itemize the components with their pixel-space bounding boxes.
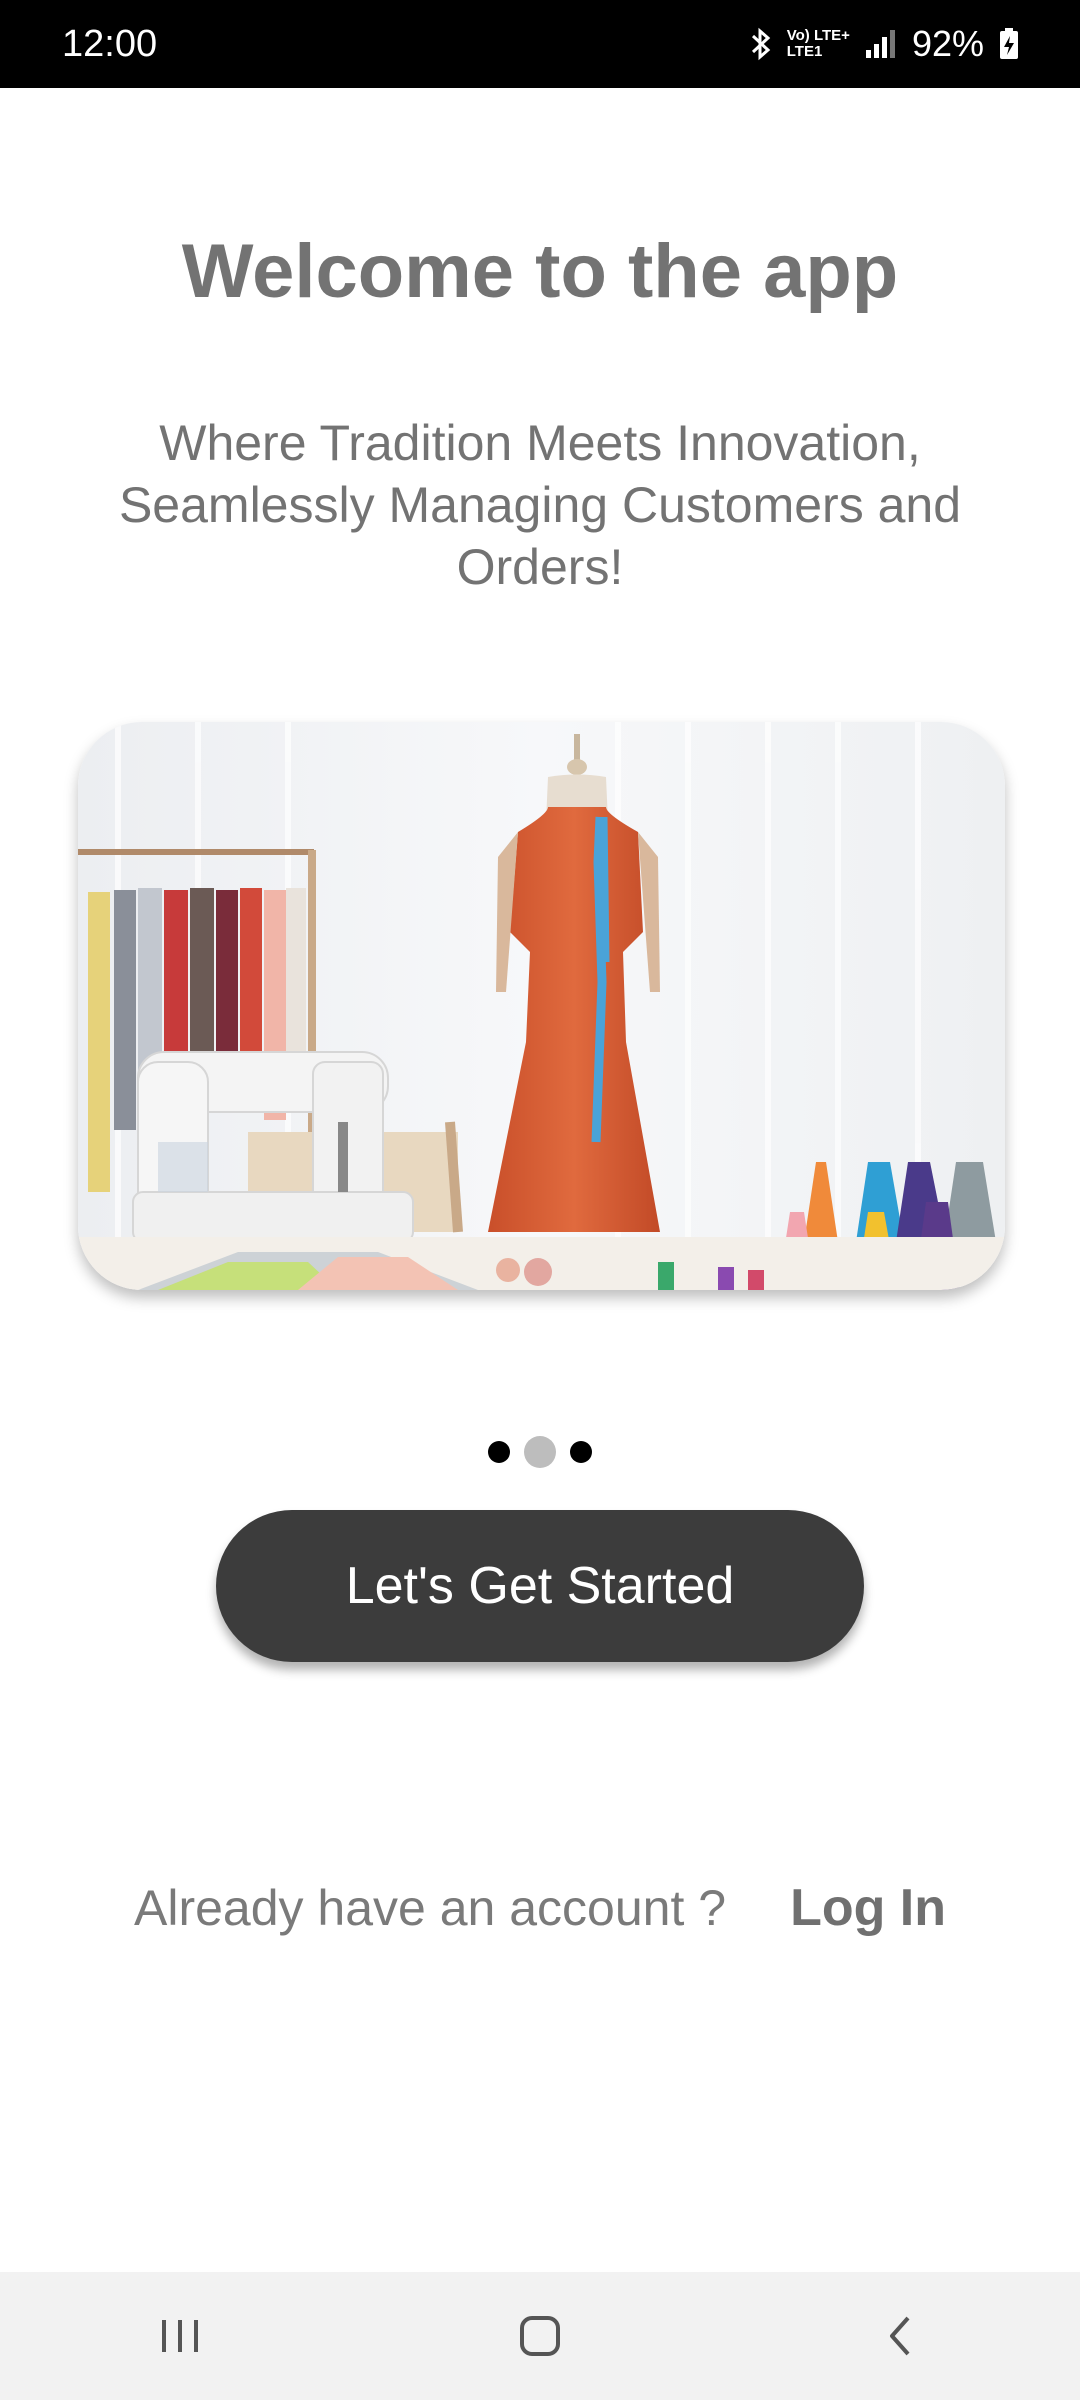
network-top: Vo) LTE+ <box>786 27 850 44</box>
page-dot-1[interactable] <box>488 1441 510 1463</box>
page-indicator <box>0 1436 1080 1468</box>
home-icon <box>520 2316 560 2356</box>
back-icon <box>890 2316 910 2356</box>
login-question: Already have an account ? <box>133 1880 727 1936</box>
network-type: Vo) LTE+ LTE1 <box>787 28 850 60</box>
system-nav-bar <box>0 2272 1080 2400</box>
signal-icon <box>865 30 895 58</box>
get-started-button[interactable]: Let's Get Started <box>216 1510 864 1662</box>
status-time: 12:00 <box>62 23 158 65</box>
bluetooth-icon <box>751 27 770 61</box>
home-button[interactable] <box>480 2286 600 2386</box>
recents-button[interactable] <box>120 2286 240 2386</box>
status-icons: Vo) LTE+ LTE1 92% <box>749 0 1020 88</box>
welcome-title: Welcome to the app <box>181 229 899 314</box>
battery-charging-icon <box>1000 28 1018 59</box>
login-link[interactable]: Log In <box>790 1878 946 1938</box>
status-bar: 12:00 Vo) LTE+ LTE1 92% <box>0 0 1080 88</box>
page-dot-3[interactable] <box>570 1441 592 1463</box>
tailoring-studio-illustration <box>78 722 1005 1290</box>
back-button[interactable] <box>840 2286 960 2386</box>
page-dot-2-active[interactable] <box>524 1436 556 1468</box>
welcome-subtitle: Where Tradition Meets Innovation, Seamle… <box>118 415 962 595</box>
hero-image <box>78 722 1005 1290</box>
network-bottom: LTE1 <box>786 43 823 60</box>
battery-percent: 92% <box>911 23 984 64</box>
login-prompt: Already have an account ? Log In <box>0 1876 1080 1940</box>
recents-icon <box>162 2320 198 2352</box>
